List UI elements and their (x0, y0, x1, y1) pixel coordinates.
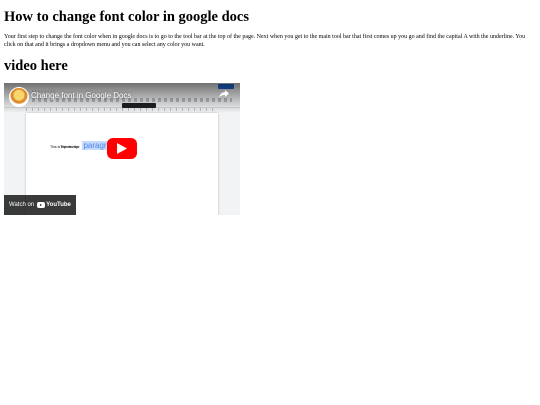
youtube-logo-icon (37, 202, 46, 208)
doc-line-2: This is my new line (50, 145, 80, 149)
youtube-logo-text: YouTube (46, 202, 71, 208)
play-button[interactable] (107, 138, 137, 159)
play-icon (117, 143, 127, 154)
intro-paragraph: Your first step to change the font color… (4, 34, 526, 48)
video-title[interactable]: Change font in Google Docs (31, 91, 132, 100)
embedded-video[interactable]: ▪ ▪ ▪ ▪ ▪ ▪ ▪ ▪ This is my paragraph Thi… (4, 83, 240, 215)
watch-on-label: Watch on (9, 202, 35, 208)
channel-avatar[interactable] (9, 87, 29, 107)
share-icon[interactable] (218, 88, 230, 100)
youtube-logo: YouTube (37, 202, 71, 208)
video-heading: video here (4, 58, 68, 74)
watch-on-youtube-button[interactable]: Watch on YouTube (4, 195, 76, 215)
page-title: How to change font color in google docs (4, 9, 250, 25)
